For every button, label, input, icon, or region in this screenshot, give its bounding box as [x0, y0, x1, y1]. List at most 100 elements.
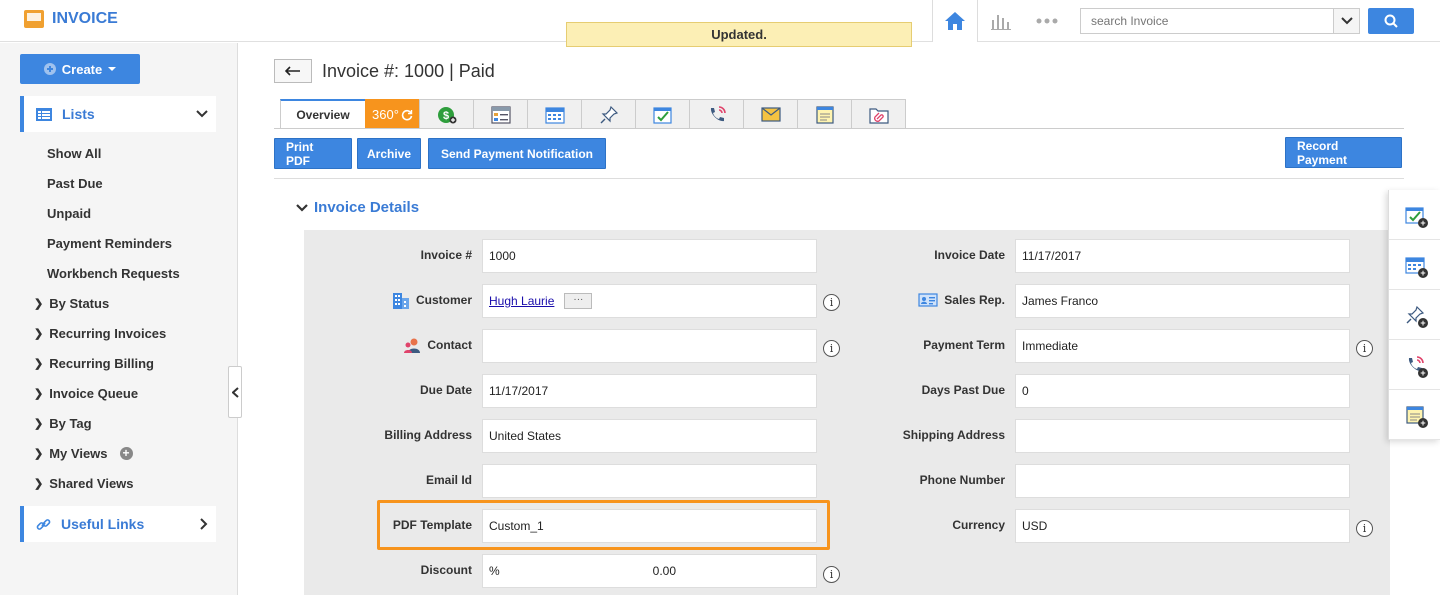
chevron-right-icon: ❯ — [34, 388, 44, 400]
tab-360[interactable]: 360° — [365, 99, 420, 129]
tab-details[interactable] — [473, 99, 528, 129]
list-grid-icon — [36, 107, 52, 121]
info-icon[interactable]: i — [823, 340, 840, 357]
pushpin-icon — [600, 105, 618, 123]
billing-address-label: Billing Address — [310, 420, 472, 450]
create-button[interactable]: Create — [20, 54, 140, 84]
lists-label: Lists — [62, 106, 95, 122]
dollar-coin-icon: $ — [437, 106, 456, 123]
plus-icon: + — [1418, 418, 1428, 428]
label-text: Contact — [427, 338, 472, 352]
tab-payments[interactable]: $ — [419, 99, 474, 129]
label-text: Discount — [420, 563, 472, 577]
invoice-date-field[interactable]: 11/17/2017 — [1015, 239, 1350, 273]
field-value: Immediate — [1022, 339, 1079, 353]
form-list-icon — [490, 105, 511, 124]
arrow-left-icon — [285, 66, 300, 76]
sidebar-group-by-status[interactable]: ❯ By Status — [34, 296, 109, 311]
quick-add-task-button[interactable]: + — [1389, 190, 1440, 240]
tab-calendar[interactable] — [527, 99, 582, 129]
label-text: Invoice Date — [934, 248, 1005, 262]
info-icon[interactable]: i — [1356, 520, 1373, 537]
building-icon — [392, 292, 409, 309]
tab-pins[interactable] — [581, 99, 636, 129]
customer-more-button[interactable]: ··· — [564, 293, 593, 309]
sidebar-group-invoice-queue[interactable]: ❯ Invoice Queue — [34, 386, 138, 401]
info-icon[interactable]: i — [1356, 340, 1373, 357]
sidebar-group-shared-views[interactable]: ❯ Shared Views — [34, 476, 134, 491]
calendar-icon — [544, 106, 565, 124]
caret-down-icon — [108, 67, 117, 71]
label-text: Payment Term — [923, 338, 1005, 352]
analytics-button[interactable] — [978, 0, 1024, 42]
currency-field[interactable]: USD — [1015, 509, 1350, 543]
sidebar-item-unpaid[interactable]: Unpaid — [47, 206, 91, 221]
add-view-icon[interactable]: + — [119, 447, 133, 460]
search-box — [1080, 8, 1360, 34]
sidebar-group-my-views[interactable]: ❯ My Views + — [34, 446, 133, 461]
info-icon[interactable]: i — [823, 294, 840, 311]
id-card-icon — [918, 293, 938, 307]
tab-calls[interactable] — [689, 99, 744, 129]
quick-add-note-button[interactable]: + — [1389, 390, 1440, 440]
sidebar-group-recurring-invoices[interactable]: ❯ Recurring Invoices — [34, 326, 166, 341]
due-date-field[interactable]: 11/17/2017 — [482, 374, 817, 408]
quick-add-call-button[interactable]: + — [1389, 340, 1440, 390]
collapse-sidebar-button[interactable] — [228, 366, 242, 418]
quick-add-pin-button[interactable]: + — [1389, 290, 1440, 340]
contact-field[interactable] — [482, 329, 817, 363]
tab-notes[interactable] — [797, 99, 852, 129]
sidebar-item-past-due[interactable]: Past Due — [47, 176, 103, 191]
label-text: Email Id — [425, 473, 472, 487]
sidebar-group-recurring-billing[interactable]: ❯ Recurring Billing — [34, 356, 154, 371]
days-past-due-field[interactable]: 0 — [1015, 374, 1350, 408]
billing-address-field[interactable]: United States — [482, 419, 817, 453]
invoice-details-toggle[interactable]: Invoice Details — [296, 199, 419, 216]
search-button[interactable] — [1368, 8, 1414, 34]
archive-button[interactable]: Archive — [357, 138, 421, 169]
payment-term-field[interactable]: Immediate — [1015, 329, 1350, 363]
group-label: Invoice Queue — [49, 386, 139, 401]
tab-tasks[interactable] — [635, 99, 690, 129]
email-id-field[interactable] — [482, 464, 817, 498]
search-icon — [1384, 14, 1398, 28]
record-payment-button[interactable]: Record Payment — [1285, 137, 1402, 168]
search-scope-dropdown[interactable] — [1333, 9, 1359, 33]
tab-emails[interactable] — [743, 99, 798, 129]
contact-person-icon — [404, 338, 421, 353]
sidebar-item-show-all[interactable]: Show All — [47, 146, 101, 161]
phone-number-field[interactable] — [1015, 464, 1350, 498]
phone-number-label: Phone Number — [850, 465, 1005, 495]
sidebar-group-by-tag[interactable]: ❯ By Tag — [34, 416, 92, 431]
sidebar-item-workbench-requests[interactable]: Workbench Requests — [47, 266, 180, 281]
due-date-label: Due Date — [310, 375, 472, 405]
email-id-label: Email Id — [310, 465, 472, 495]
sales-rep-label: Sales Rep. — [850, 285, 1005, 315]
field-value: 0 — [1022, 384, 1029, 398]
more-apps-button[interactable] — [1024, 0, 1070, 42]
label-text: Sales Rep. — [944, 293, 1005, 307]
chevron-right-icon: ❯ — [34, 448, 44, 460]
sidebar-useful-links-header[interactable]: Useful Links — [20, 506, 216, 542]
shipping-address-field[interactable] — [1015, 419, 1350, 453]
info-icon[interactable]: i — [823, 566, 840, 583]
send-payment-notification-button[interactable]: Send Payment Notification — [428, 138, 606, 169]
phone-call-icon — [710, 105, 726, 121]
field-value: United States — [489, 429, 562, 443]
discount-field[interactable]: % 0.00 — [482, 554, 817, 588]
print-pdf-button[interactable]: Print PDF — [274, 138, 352, 169]
sidebar-lists-header[interactable]: Lists — [20, 96, 216, 132]
invoice-number-field[interactable]: 1000 — [482, 239, 817, 273]
tab-attachments[interactable] — [851, 99, 906, 129]
search-input[interactable] — [1081, 9, 1333, 33]
home-button[interactable] — [932, 0, 978, 42]
tab-overview[interactable]: Overview — [280, 99, 366, 129]
back-button[interactable] — [274, 59, 312, 83]
app-brand[interactable]: INVOICE — [24, 10, 118, 28]
sales-rep-field[interactable]: James Franco — [1015, 284, 1350, 318]
quick-add-event-button[interactable]: + — [1389, 240, 1440, 290]
label-text: Billing Address — [384, 428, 472, 442]
customer-link[interactable]: Hugh Laurie — [489, 294, 554, 308]
sidebar-item-payment-reminders[interactable]: Payment Reminders — [47, 236, 172, 251]
field-value: 11/17/2017 — [1022, 249, 1082, 263]
